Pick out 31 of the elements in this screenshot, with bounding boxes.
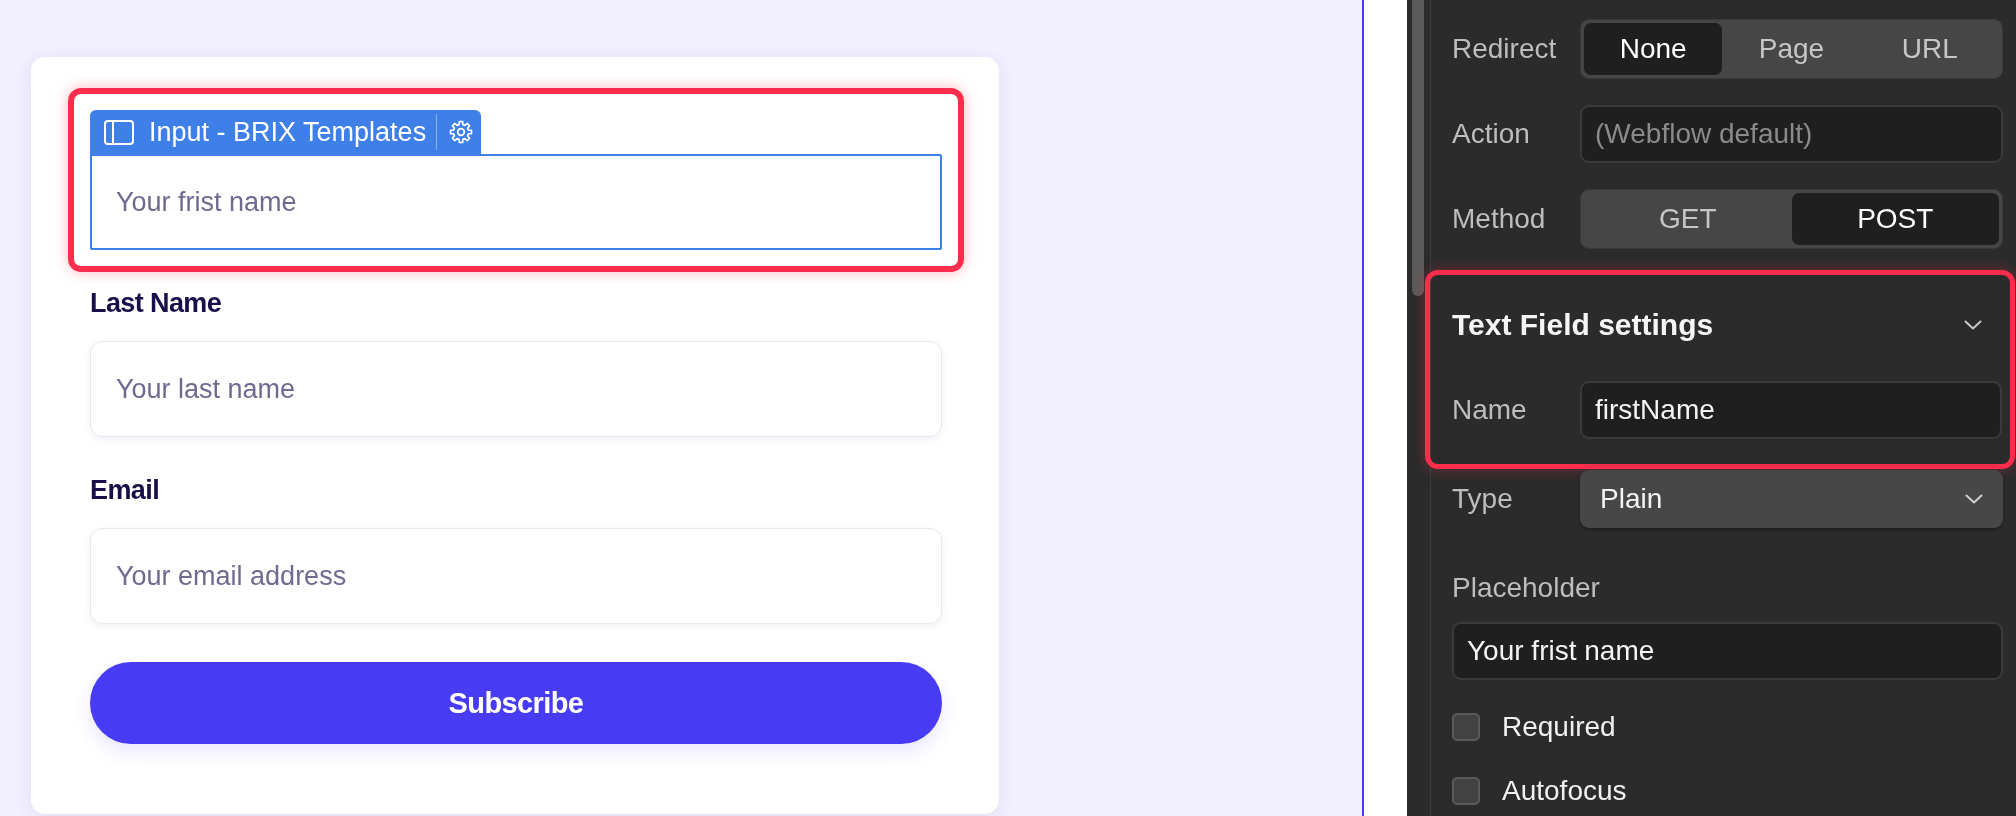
scrollbar-thumb[interactable]	[1412, 0, 1424, 296]
setting-label: Placeholder	[1452, 571, 1601, 605]
text-input[interactable]: Your frist name	[90, 154, 942, 250]
element-tag[interactable]: Input - BRIX Templates	[90, 110, 482, 154]
panel-icon	[104, 119, 134, 145]
checkbox[interactable]	[1452, 713, 1480, 741]
element-name: Input - BRIX Templates	[149, 116, 427, 149]
checkbox[interactable]	[1452, 777, 1480, 805]
field-label: Email	[90, 474, 161, 507]
setting-label: Type	[1452, 482, 1514, 516]
segment-option[interactable]: URL	[1860, 23, 1999, 75]
setting-label: Name	[1452, 393, 1528, 427]
setting-label: Action	[1452, 117, 1531, 151]
subscribe-button[interactable]: Subscribe	[90, 662, 942, 744]
checkbox-label: Required	[1502, 710, 1616, 744]
segment-option[interactable]: Page	[1722, 23, 1861, 75]
segment-option[interactable]: None	[1584, 23, 1723, 75]
setting-label: Redirect	[1452, 32, 1558, 66]
field-label: Last Name	[90, 287, 223, 320]
setting-input[interactable]: firstName	[1580, 381, 2002, 439]
dropdown[interactable]: Plain	[1580, 470, 2003, 528]
setting-input[interactable]: Your frist name	[1452, 622, 2003, 680]
segment-option[interactable]: GET	[1584, 193, 1792, 245]
chevron-down-icon[interactable]	[1964, 320, 1982, 330]
checkbox-label: Autofocus	[1502, 774, 1627, 808]
chevron-down-icon	[1965, 494, 1983, 504]
setting-label: Method	[1452, 202, 1547, 236]
segment-option[interactable]: POST	[1791, 193, 1999, 245]
gear-icon[interactable]	[449, 120, 474, 144]
section-title: Text Field settings	[1452, 307, 1714, 343]
setting-input[interactable]: (Webflow default)	[1580, 105, 2003, 163]
